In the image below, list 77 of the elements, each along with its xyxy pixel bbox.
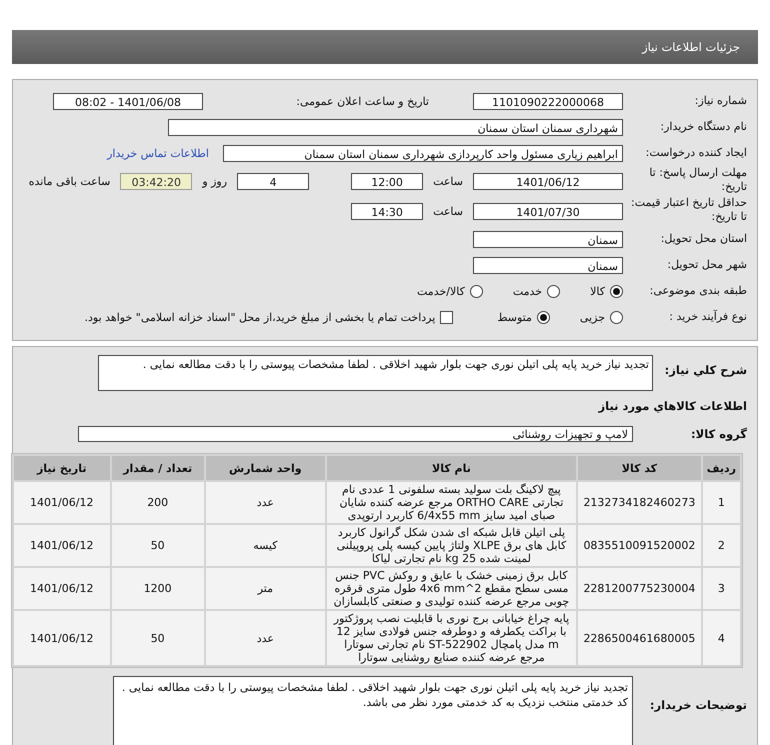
city-field: سمنان	[473, 256, 623, 274]
radio-label: کالا	[590, 284, 605, 298]
table-cell: 2	[702, 525, 740, 566]
deadline-time-field: 12:00	[351, 172, 424, 190]
section-title: اطلاعات كالاهاي مورد نياز	[598, 398, 747, 415]
field-label: شرح کلي نياز:	[664, 362, 747, 377]
table-cell: متر	[206, 568, 325, 609]
days-field: 4	[237, 172, 310, 190]
table-cell: کابل برق زمینی خشک با عایق و روکش PVC جنس مسی سطح مقطع 4x6 mm^2 طول متری قرقره چوبی مرجع عرضه کننده تولیدی و صنعتی کابلسازان	[326, 568, 576, 609]
column-header: واحد شمارش	[206, 456, 325, 480]
field-label: طبقه بندی موضوعی:	[648, 284, 747, 298]
table-cell: 3	[702, 568, 740, 609]
goods-group-field: لامپ و تجهیزات روشنائی	[78, 426, 633, 442]
field-label: توضیحات خریدار:	[648, 697, 747, 712]
remaining-time-field: 03:42:20	[120, 172, 192, 190]
field-label: حداقل تاریخ اعتبار قیمت: تا تاریخ:	[630, 196, 747, 225]
buyer-field: شهرداری سمنان استان سمنان	[168, 118, 623, 136]
table-cell: 2132734182460273	[578, 482, 701, 523]
field-label: نوع فرآیند خرید :	[668, 310, 747, 324]
table-cell: 1401/06/12	[14, 525, 110, 566]
table-cell: 2286500461680005	[578, 611, 701, 665]
field-label: شماره نیاز:	[694, 94, 747, 108]
table-cell: 4	[702, 611, 740, 665]
field-label: ایجاد کننده درخواست:	[644, 146, 747, 160]
field-label: مهلت ارسال پاسخ: تا تاریخ:	[648, 166, 747, 195]
table-cell: پیچ لاکینگ بلت سولید بسته سلفونی 1 عددی نام تجارتی ORTHO CARE مرجع عرضه کننده شایان صبای امید سایز 6/4x55 mm کاربرد ارتوپدی	[326, 482, 576, 523]
radio-label: جزیی	[580, 310, 605, 324]
column-header: نام کالا	[326, 456, 576, 480]
table-cell: 50	[112, 525, 204, 566]
requester-field: ابراهیم زیاری مسئول واحد کارپردازی شهرداری سمنان استان سمنان	[223, 144, 623, 162]
table-cell: 1401/06/12	[14, 568, 110, 609]
radio-label: خدمت	[512, 284, 542, 298]
table-cell: 2281200775230004	[578, 568, 701, 609]
table-cell: کیسه	[206, 525, 325, 566]
radio-button[interactable]	[547, 284, 560, 298]
table-cell: پلی اتیلن قابل شبکه ای شدن شکل گرانول کاربرد کابل های برق XLPE ولتاژ پایین کیسه پلی پروپیلنی لمینت شده 25 kg نام تجارتی لیاکا	[326, 525, 576, 566]
table-cell: 50	[112, 611, 204, 665]
column-header: ردیف	[702, 456, 740, 480]
announce-date-field: 1401/06/08 - 08:02	[53, 92, 203, 110]
radio-button[interactable]	[610, 310, 623, 324]
checkbox[interactable]	[440, 310, 454, 324]
table-cell: 1200	[112, 568, 204, 609]
field-label: شهر محل تحویل:	[666, 258, 747, 272]
table-cell: 1401/06/12	[14, 482, 110, 523]
column-header: تاریخ نیاز	[14, 456, 110, 480]
summary-field: تجدید نیاز خرید پایه پلی اتیلن نوری جهت بلوار شهید اخلاقی . لطفا مشخصات پیوستی را با دقت مطالعه نمایی .	[98, 355, 653, 391]
table-cell: 1	[702, 482, 740, 523]
field-label: استان محل تحویل:	[660, 232, 747, 246]
table-cell: عدد	[206, 482, 325, 523]
table-cell: 200	[112, 482, 204, 523]
province-field: سمنان	[473, 230, 623, 248]
checkbox-label: پرداخت تمام یا بخشی از مبلغ خرید،از محل "اسناد خزانه اسلامی" خواهد بود.	[84, 310, 436, 324]
buyer-contact-link[interactable]: اطلاعات تماس خریدار	[107, 146, 209, 160]
field-label: ساعت	[432, 174, 464, 188]
radio-button[interactable]	[536, 310, 550, 324]
table-cell: پایه چراغ خیابانی برج نوری با قابلیت نصب پروژکتور با براکت یکطرفه و دوطرفه جنس فولادی سایز 12 m مدل پامچال ST-522902 نام تجارتی سوتارا مرجع عرضه کننده صنایع روشنایی سوتارا	[326, 611, 576, 665]
validity-date-field: 1401/07/30	[473, 202, 623, 220]
column-header: تعداد / مقدار	[112, 456, 204, 480]
table-cell: 1401/06/12	[14, 611, 110, 665]
field-label: تاریخ و ساعت اعلان عمومی:	[295, 94, 429, 108]
deadline-date-field: 1401/06/12	[473, 172, 623, 190]
column-header: کد کالا	[578, 456, 701, 480]
table-cell: 0835510091520002	[578, 525, 701, 566]
validity-time-field: 14:30	[351, 202, 424, 220]
radio-button[interactable]	[610, 284, 623, 298]
buyer-notes-field: تجدید نیاز خرید پایه پلی اتیلن نوری جهت بلوار شهید اخلاقی . لطفا مشخصات پیوستی را با دقت مطالعه نمایی . کد خدمتی منتخب نزدیک به کد خدمتی مورد نظر می باشد.	[113, 676, 633, 745]
field-label: روز و	[200, 174, 228, 188]
field-label: ساعت باقی مانده	[28, 174, 112, 188]
radio-label: متوسط	[497, 310, 532, 324]
field-label: نام دستگاه خریدار:	[659, 120, 747, 134]
table-cell: عدد	[206, 611, 325, 665]
page-title: جزئیات اطلاعات نیاز	[642, 40, 740, 54]
field-label: گروه كالا:	[690, 427, 747, 441]
field-label: ساعت	[432, 204, 464, 218]
need-number-field: 1101090222000068	[473, 92, 623, 110]
radio-button[interactable]	[470, 284, 483, 298]
radio-label: کالا/خدمت	[417, 284, 465, 298]
